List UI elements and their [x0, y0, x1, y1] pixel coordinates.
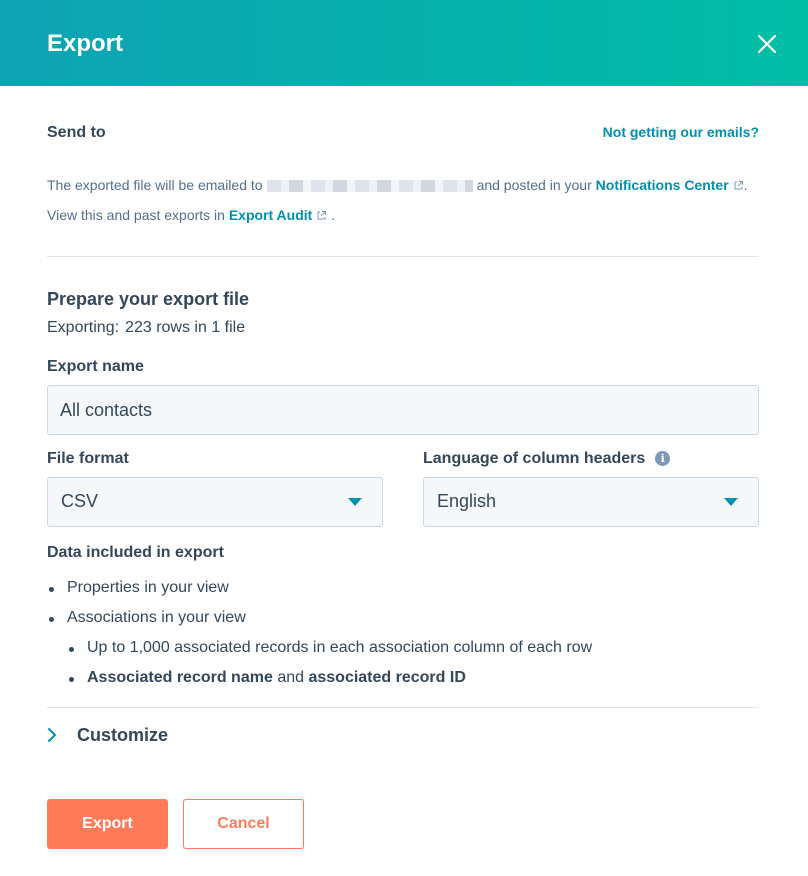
file-format-select[interactable]: CSV [47, 477, 383, 527]
caret-down-icon [724, 498, 738, 506]
data-included-title: Data included in export [47, 544, 224, 561]
associated-record-name: Associated record name [87, 669, 273, 686]
redacted-email [266, 180, 473, 193]
exporting-value: 223 rows in 1 file [125, 319, 246, 336]
exporting-label: Exporting: [47, 319, 120, 336]
dialog-title: Export [47, 30, 124, 57]
section-divider [47, 707, 759, 708]
export-audit-link[interactable]: Export Audit [229, 207, 327, 223]
info-icon[interactable]: i [655, 451, 671, 466]
export-name-input[interactable] [47, 385, 759, 435]
section-divider [47, 256, 759, 257]
dialog-header: Export [0, 0, 808, 86]
file-format-value: CSV [61, 491, 99, 511]
external-link-icon [734, 181, 743, 190]
cancel-button[interactable]: Cancel [183, 799, 304, 849]
info-text-end: . [331, 207, 336, 223]
language-label: Language of column headers i [423, 450, 671, 468]
external-link-icon [317, 211, 327, 220]
notifications-center-link[interactable]: Notifications Center [596, 177, 744, 193]
file-format-label: File format [47, 450, 129, 467]
export-destination-text: The exported file will be emailed to and … [47, 170, 759, 230]
exporting-summary: Exporting: 223 rows in 1 file [47, 319, 245, 337]
chevron-right-icon [48, 728, 56, 742]
language-select[interactable]: English [423, 477, 759, 527]
export-name-label: Export name [47, 358, 144, 375]
not-getting-emails-link[interactable]: Not getting our emails? [603, 124, 759, 140]
language-value: English [437, 491, 497, 511]
close-icon[interactable] [754, 31, 780, 57]
prepare-title: Prepare your export file [47, 289, 250, 309]
export-button[interactable]: Export [47, 799, 168, 849]
info-text-before: The exported file will be emailed to [47, 177, 263, 193]
send-to-label: Send to [47, 124, 106, 141]
associated-record-id: associated record ID [308, 669, 466, 686]
caret-down-icon [348, 498, 362, 506]
info-text-middle: and posted in your [476, 177, 592, 193]
language-label-text: Language of column headers [423, 450, 646, 467]
customize-label: Customize [77, 725, 169, 745]
